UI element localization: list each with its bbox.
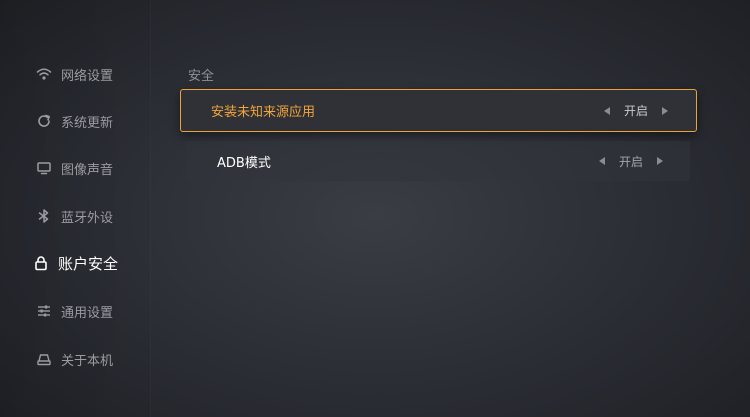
sidebar-item-label: 蓝牙外设 [61,210,114,226]
sidebar-item-picture-sound[interactable]: 图像声音 [36,156,113,180]
sidebar-item-general-settings[interactable]: 通用设置 [36,299,113,323]
sidebar-item-label: 图像声音 [61,162,114,178]
arrow-right-icon[interactable] [662,106,668,115]
setting-label: 安装未知来源应用 [211,105,316,120]
arrow-left-icon[interactable] [603,106,610,115]
refresh-icon [36,113,52,129]
sidebar-item-label: 系统更新 [61,115,114,131]
device-icon [36,351,52,367]
setting-value: 开启 [618,154,643,169]
sidebar-item-system-update[interactable]: 系统更新 [36,109,113,133]
sidebar-item-label: 通用设置 [61,305,114,321]
arrow-right-icon[interactable] [657,157,663,165]
sidebar: 网络设置 系统更新 图像声音 蓝牙外设 账户安全 通用设置 关于本机 [0,0,151,417]
setting-value-selector[interactable]: 开启 [603,102,668,119]
arrow-left-icon[interactable] [598,157,605,165]
sidebar-item-bluetooth[interactable]: 蓝牙外设 [36,204,113,228]
monitor-icon [36,160,52,176]
sidebar-item-label: 网络设置 [61,68,114,84]
setting-row-adb-mode[interactable]: ADB模式 开启 [187,141,690,181]
setting-value-selector[interactable]: 开启 [598,153,663,170]
bluetooth-icon [36,208,52,224]
sidebar-item-account-security[interactable]: 账户安全 [33,251,118,275]
setting-label: ADB模式 [217,155,271,171]
sidebar-item-network[interactable]: 网络设置 [36,62,113,86]
sidebar-item-about[interactable]: 关于本机 [36,347,113,371]
section-title: 安全 [188,69,215,84]
setting-row-unknown-sources[interactable]: 安装未知来源应用 开启 [180,89,697,132]
sliders-icon [36,303,52,319]
sidebar-item-label: 关于本机 [61,353,114,369]
setting-value: 开启 [623,104,648,118]
lock-icon [33,255,49,271]
sidebar-item-label: 账户安全 [58,254,119,273]
wifi-icon [36,66,52,82]
